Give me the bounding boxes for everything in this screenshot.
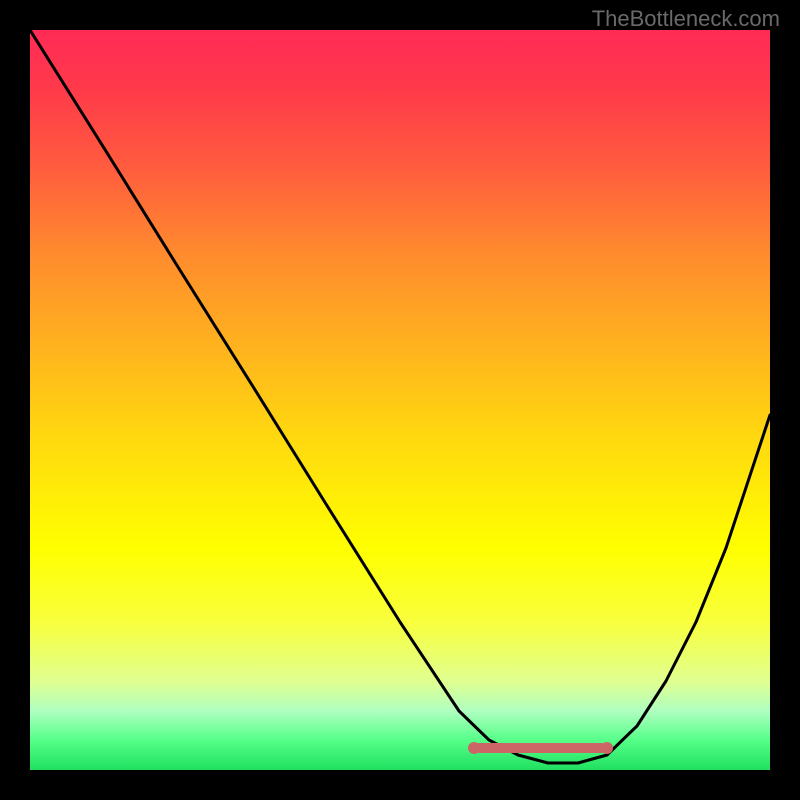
attribution-text: TheBottleneck.com — [592, 6, 780, 32]
curve-svg — [30, 30, 770, 770]
optimal-range-band — [474, 743, 607, 753]
optimal-range-start-marker — [468, 742, 480, 754]
optimal-range-end-marker — [601, 742, 613, 754]
plot-area — [30, 30, 770, 770]
bottleneck-curve-path — [30, 30, 770, 763]
